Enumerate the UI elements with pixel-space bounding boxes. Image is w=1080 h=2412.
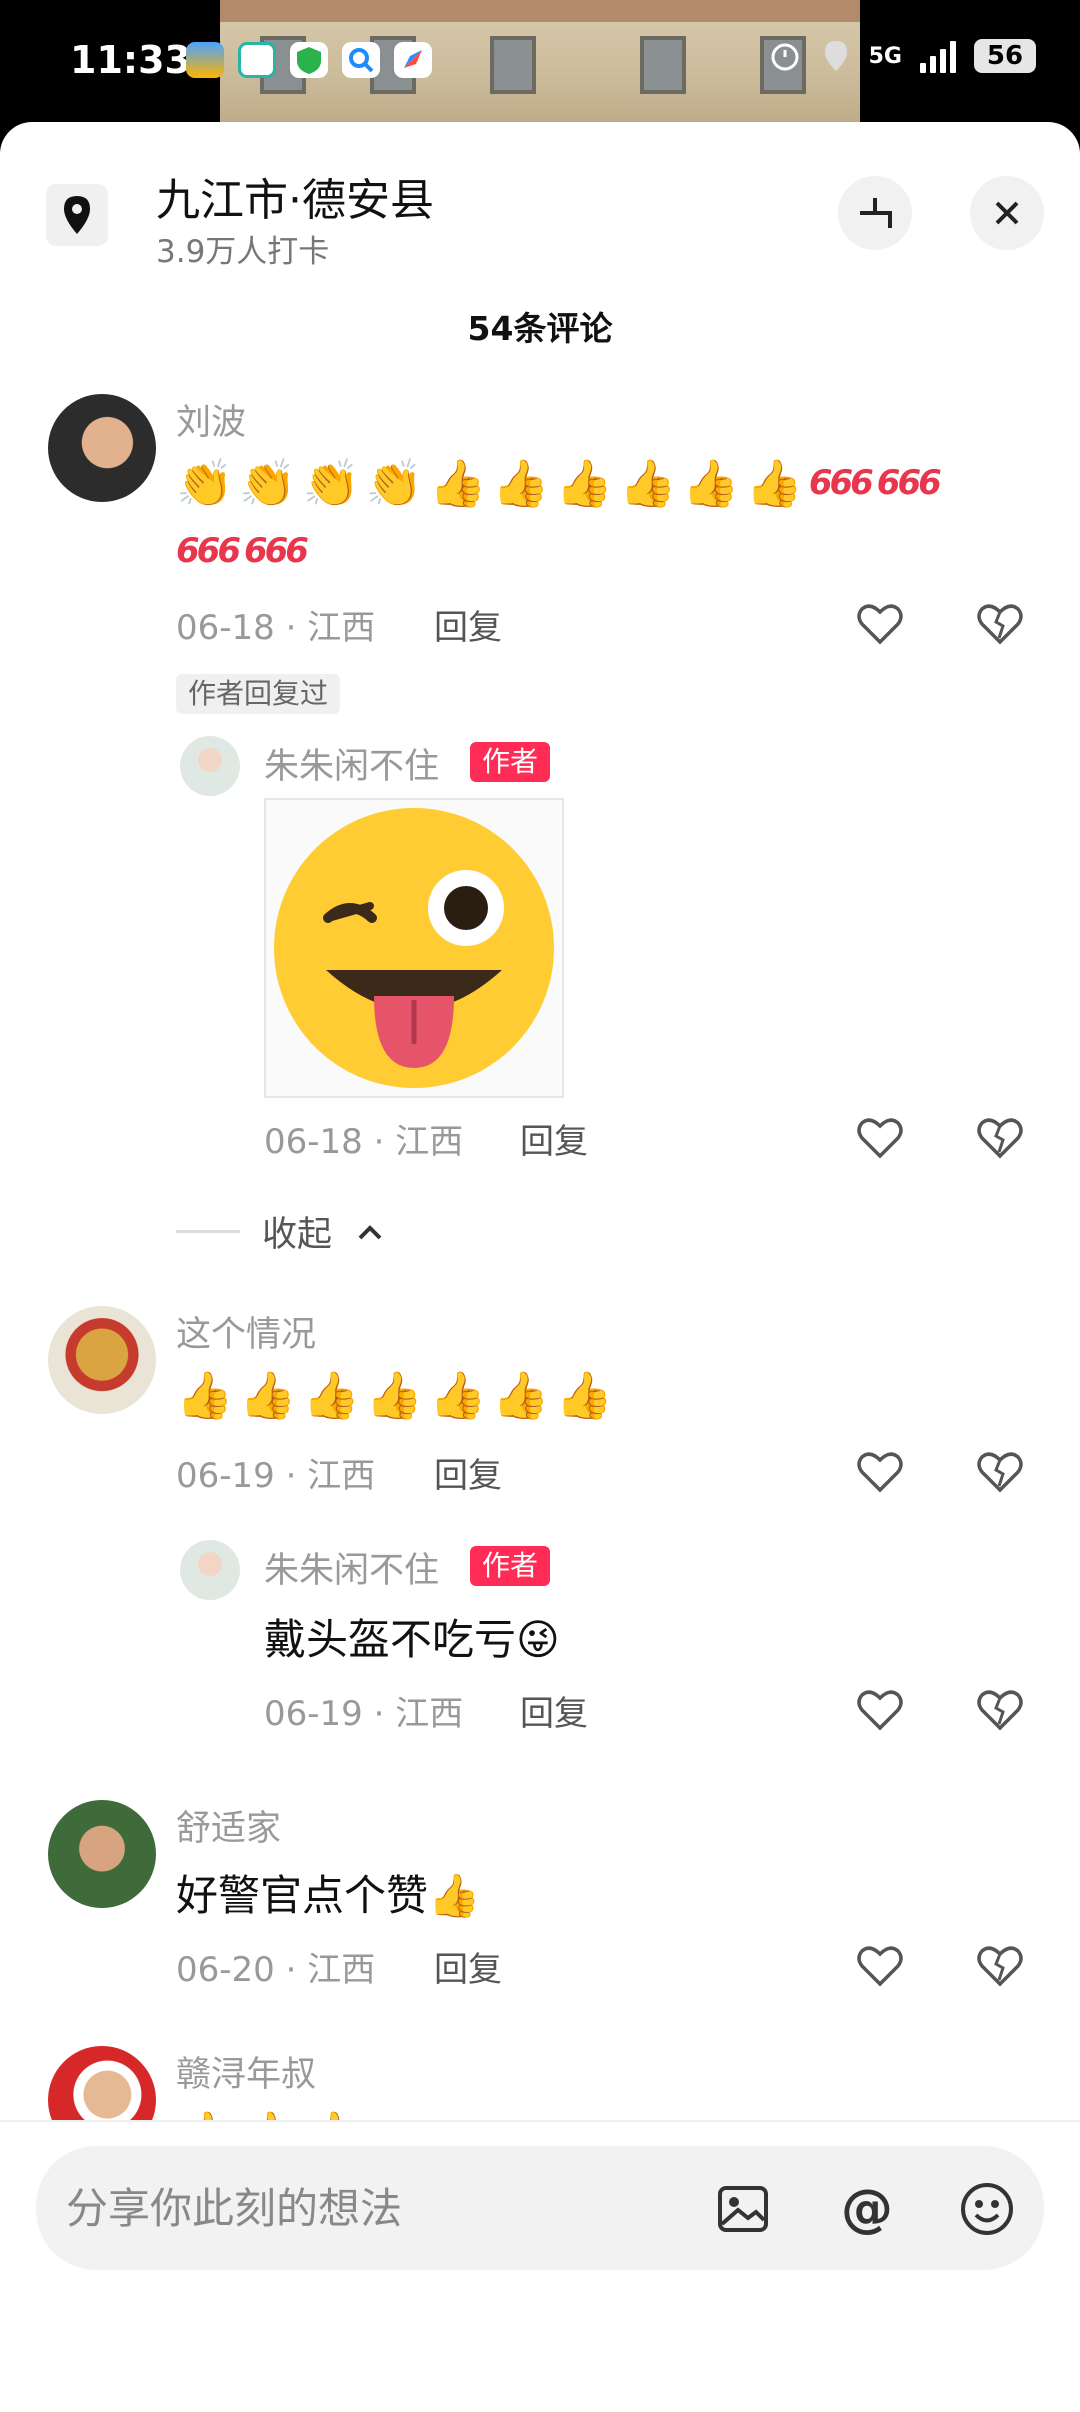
- dislike-icon[interactable]: [972, 596, 1028, 652]
- like-icon[interactable]: [852, 1444, 908, 1500]
- reply-button[interactable]: 回复: [434, 1942, 502, 1991]
- close-button[interactable]: [970, 176, 1044, 250]
- reply-button[interactable]: 回复: [434, 1448, 502, 1497]
- comment-input-bar: @: [0, 2120, 1080, 2290]
- minimize-icon: [860, 198, 892, 228]
- collapse-label: 收起: [262, 1215, 333, 1255]
- fingerprint-app-icon: [238, 42, 276, 78]
- collapse-replies-button[interactable]: 收起: [176, 1206, 386, 1257]
- minimize-button[interactable]: [838, 176, 912, 250]
- emoji-icon[interactable]: [956, 2178, 1018, 2240]
- battery-icon: 56: [974, 39, 1036, 73]
- dislike-icon[interactable]: [972, 1682, 1028, 1738]
- comment-username[interactable]: 这个情况: [176, 1306, 316, 1357]
- dislike-icon[interactable]: [972, 1938, 1028, 1994]
- comment-content-line2: 666 666: [176, 531, 309, 571]
- network-type: 5G: [868, 43, 902, 69]
- comment-content: 👍 👍 👍 👍 👍 👍 👍: [176, 1368, 613, 1422]
- comment-username[interactable]: 刘波: [176, 394, 246, 445]
- comment-input[interactable]: [66, 2168, 706, 2248]
- dislike-icon[interactable]: [972, 1110, 1028, 1166]
- comment-meta: 06-18 · 江西: [176, 608, 376, 648]
- comments-count: 54条评论: [467, 309, 613, 348]
- location-header: 九江市·德安县 3.9万人打卡: [0, 122, 1080, 332]
- reply-button[interactable]: 回复: [434, 600, 502, 649]
- comment-input-box[interactable]: @: [36, 2146, 1044, 2270]
- avatar[interactable]: [180, 1540, 240, 1600]
- notification-icons: [186, 42, 432, 78]
- winking-tongue-emoji-sticker[interactable]: [264, 798, 564, 1098]
- author-badge: 作者: [470, 1546, 551, 1586]
- status-time: 11:33: [70, 38, 191, 82]
- location-pin-icon: [46, 184, 108, 246]
- status-bar: 11:33 5G 56: [0, 0, 1080, 130]
- search-app-icon: [342, 42, 380, 78]
- reply-text: 戴头盔不吃亏😜: [264, 1615, 560, 1664]
- alarm-icon: [771, 43, 799, 71]
- comment-content: 👏 👏 👏 👏 👍 👍 👍 👍 👍 👍 666 666: [176, 456, 942, 510]
- reply-username[interactable]: 朱朱闲不住: [264, 1542, 439, 1593]
- comment-text: 好警官点个赞👍: [176, 1871, 481, 1920]
- comment-meta: 06-19 · 江西: [176, 1456, 376, 1496]
- author-replied-tag: 作者回复过: [176, 674, 341, 714]
- author-badge: 作者: [470, 742, 551, 782]
- reply-button[interactable]: 回复: [520, 1114, 588, 1163]
- close-icon: [995, 201, 1019, 225]
- like-icon[interactable]: [852, 1682, 908, 1738]
- browser-app-icon: [394, 42, 432, 78]
- reply-meta: 06-18 · 江西: [264, 1122, 464, 1162]
- reply-button[interactable]: 回复: [520, 1686, 588, 1735]
- wallet-app-icon: [186, 42, 224, 78]
- avatar[interactable]: [48, 1800, 156, 1908]
- comment-username[interactable]: 舒适家: [176, 1800, 281, 1851]
- security-app-icon: [290, 42, 328, 78]
- comment-username[interactable]: 赣浔年叔: [176, 2046, 316, 2097]
- dislike-icon[interactable]: [972, 1444, 1028, 1500]
- avatar[interactable]: [180, 736, 240, 796]
- location-status-icon: [824, 41, 847, 71]
- avatar[interactable]: [48, 394, 156, 502]
- like-icon[interactable]: [852, 1110, 908, 1166]
- reply-meta: 06-19 · 江西: [264, 1694, 464, 1734]
- checkin-count: 3.9万人打卡: [156, 234, 330, 270]
- like-icon[interactable]: [852, 596, 908, 652]
- status-right: 5G 56: [767, 38, 1036, 74]
- image-icon[interactable]: [712, 2178, 774, 2240]
- signal-icon: [920, 39, 956, 73]
- chevron-up-icon: [358, 1224, 382, 1239]
- location-title[interactable]: 九江市·德安县: [156, 164, 434, 228]
- mention-icon[interactable]: @: [836, 2178, 898, 2240]
- divider: [176, 1230, 240, 1233]
- like-icon[interactable]: [852, 1938, 908, 1994]
- reply-username[interactable]: 朱朱闲不住: [264, 738, 439, 789]
- avatar[interactable]: [48, 1306, 156, 1414]
- comment-meta: 06-20 · 江西: [176, 1950, 376, 1990]
